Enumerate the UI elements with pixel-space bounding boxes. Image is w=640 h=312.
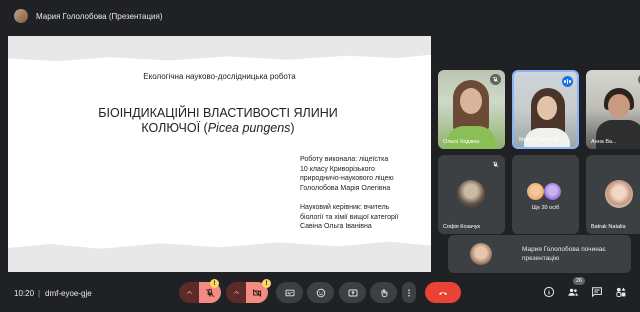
title-end: ) [290, 121, 295, 135]
presentation-slide: Екологічна науково-дослідницька робота Б… [8, 36, 431, 272]
activities-button[interactable] [615, 286, 627, 298]
supervisor-line: біології та хімії вищої категорії [300, 213, 399, 221]
top-bar: Мария Гололобова (Презентация) [0, 0, 640, 32]
present-screen-icon [348, 289, 357, 296]
participant-tile-active-speaker[interactable]: Мария Гололоб... [512, 70, 579, 149]
author-line: 10 класу Криворізького [300, 165, 375, 173]
participant-tile[interactable]: Ольга Ходжна [438, 70, 505, 149]
slide-torn-edge-top [8, 36, 431, 62]
chat-icon [592, 287, 602, 298]
author-line: Роботу виконала: ліцеїстка [300, 156, 389, 163]
mic-off-icon [205, 288, 215, 297]
author-line: природничо-наукового ліцею [300, 175, 394, 182]
meeting-clock: 10:20 [14, 289, 35, 298]
mic-warning-badge: ! [210, 279, 219, 288]
group-avatars [520, 180, 571, 204]
participant-name: Софія Козачук [443, 224, 480, 230]
participant-tile[interactable]: Batrak Natalia [586, 155, 640, 234]
title-plain: КОЛЮЧОЇ ( [141, 121, 208, 135]
participant-name: Batrak Natalia [591, 224, 626, 230]
camera-warning-badge: ! [262, 279, 271, 288]
present-now-button[interactable] [339, 282, 366, 303]
slide-torn-edge-bottom [8, 241, 431, 272]
people-button[interactable] [567, 286, 579, 298]
slide-author-block: Роботу виконала: ліцеїстка 10 класу Крив… [300, 155, 425, 193]
slide-subtitle: Екологічна науково-дослідницька робота [143, 72, 296, 81]
slide-supervisor-block: Науковий керівник: вчитель біології та х… [300, 203, 425, 232]
captions-button[interactable] [276, 282, 303, 303]
leave-call-button[interactable] [425, 282, 461, 303]
participant-name: Мария Гололоб... [519, 137, 564, 143]
participant-name: Анна Ва... [591, 139, 617, 145]
author-line: Гололобова Марія Олегівна [300, 184, 391, 192]
reactions-button[interactable] [307, 282, 334, 303]
presenter-avatar [14, 9, 28, 23]
avatar [605, 180, 633, 208]
more-participants-label: Ще 20 осіб [531, 205, 560, 211]
people-icon [568, 288, 578, 296]
call-end-icon [439, 291, 447, 295]
participant-tile[interactable]: Софія Козачук [438, 155, 505, 234]
slide-title-line-2: КОЛЮЧОЇ (Picea pungens) [68, 121, 368, 136]
slide-title-line-1: БІОІНДИКАЦІЙНІ ВЛАСТИВОСТІ ЯЛИНИ [98, 106, 338, 120]
meeting-code: dmf-eyoe-gje [45, 289, 92, 298]
avatar [457, 180, 485, 208]
slide-title: БІОІНДИКАЦІЙНІ ВЛАСТИВОСТІ ЯЛИНИ КОЛЮЧОЇ… [68, 106, 368, 136]
supervisor-line: Савіна Ольга Іванівна [300, 223, 372, 230]
participant-count-badge: 26 [573, 277, 586, 285]
raise-hand-button[interactable] [370, 282, 397, 303]
separator: | [38, 289, 41, 298]
supervisor-line: Науковий керівник: вчитель [300, 204, 390, 211]
presentation-started-notification: Мария Гололобова починає презентацію [448, 235, 631, 273]
avatar [470, 243, 492, 265]
presentation-title: Мария Гололобова (Презентация) [36, 11, 163, 21]
hand-icon [381, 288, 387, 297]
emoji-icon [316, 288, 325, 297]
chevron-up-icon [233, 290, 239, 294]
notification-text: Мария Гололобова починає презентацію [522, 246, 606, 262]
more-participants-tile[interactable]: Ще 20 осіб [512, 155, 579, 234]
meeting-details-button[interactable] [543, 286, 555, 298]
title-latin-name: Picea pungens [207, 121, 291, 135]
avatar [527, 183, 544, 200]
speaking-indicator-icon [562, 76, 573, 87]
closed-captions-icon [285, 289, 294, 296]
camera-off-icon [252, 288, 262, 297]
mic-off-icon [490, 74, 501, 85]
mic-off-icon [490, 159, 501, 170]
info-icon [543, 286, 555, 298]
bottom-control-bar: 10:20 | dmf-eyoe-gje ! ! [0, 276, 640, 312]
chat-button[interactable] [591, 286, 603, 298]
participant-tile[interactable]: Анна Ва... [586, 70, 640, 149]
more-vert-icon [408, 288, 410, 297]
shapes-icon [616, 287, 626, 297]
more-options-button[interactable] [402, 282, 416, 303]
camera-options-button[interactable] [226, 282, 246, 303]
chevron-up-icon [186, 290, 192, 294]
participant-name: Ольга Ходжна [443, 139, 480, 145]
avatar [544, 183, 561, 200]
mic-options-button[interactable] [179, 282, 199, 303]
